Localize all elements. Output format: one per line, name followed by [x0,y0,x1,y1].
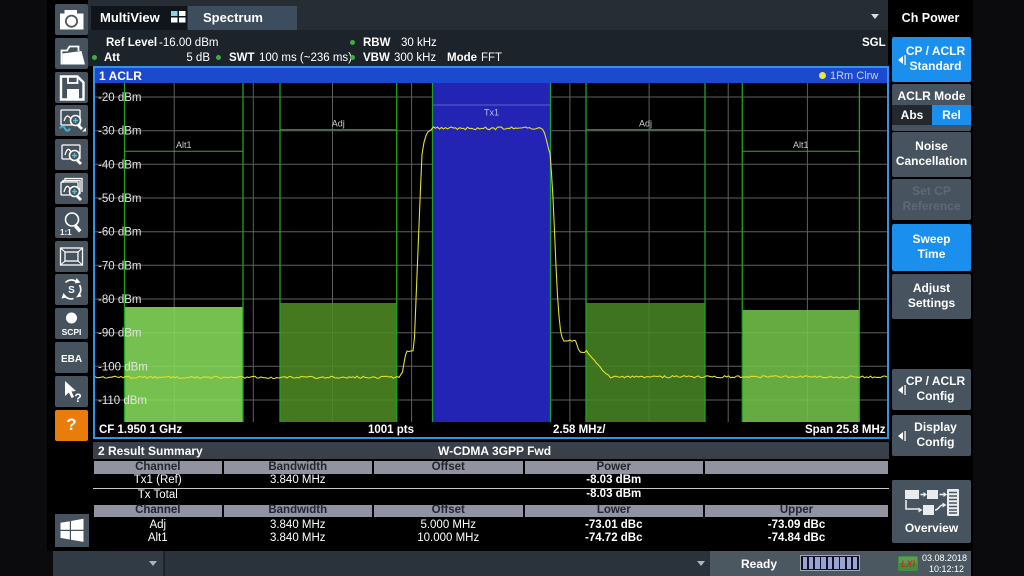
svg-text:Adj: Adj [639,119,652,129]
svg-text:Adj: Adj [332,119,345,129]
svg-text:-80 dBm: -80 dBm [98,294,141,306]
svg-text:1:1: 1:1 [60,228,72,237]
svg-text:EBA: EBA [61,354,82,365]
svg-text:-110 dBm: -110 dBm [98,395,147,407]
svg-text:-40 dBm: -40 dBm [98,159,141,171]
svg-text:-60 dBm: -60 dBm [98,227,141,239]
svg-text:-30 dBm: -30 dBm [98,126,141,138]
svg-text:-50 dBm: -50 dBm [98,193,141,205]
svg-text:LXI: LXI [901,559,916,569]
svg-text:Alt1: Alt1 [793,140,809,150]
svg-text:-100 dBm: -100 dBm [98,361,148,373]
svg-text:-70 dBm: -70 dBm [98,260,141,272]
svg-text:?: ? [74,391,81,405]
svg-text:S: S [68,285,75,296]
svg-text:-20 dBm: -20 dBm [98,92,141,104]
svg-text:-90 dBm: -90 dBm [98,328,141,340]
svg-text:Alt1: Alt1 [176,140,192,150]
svg-text:SCPI: SCPI [62,327,82,337]
svg-text:Tx1: Tx1 [484,108,499,118]
